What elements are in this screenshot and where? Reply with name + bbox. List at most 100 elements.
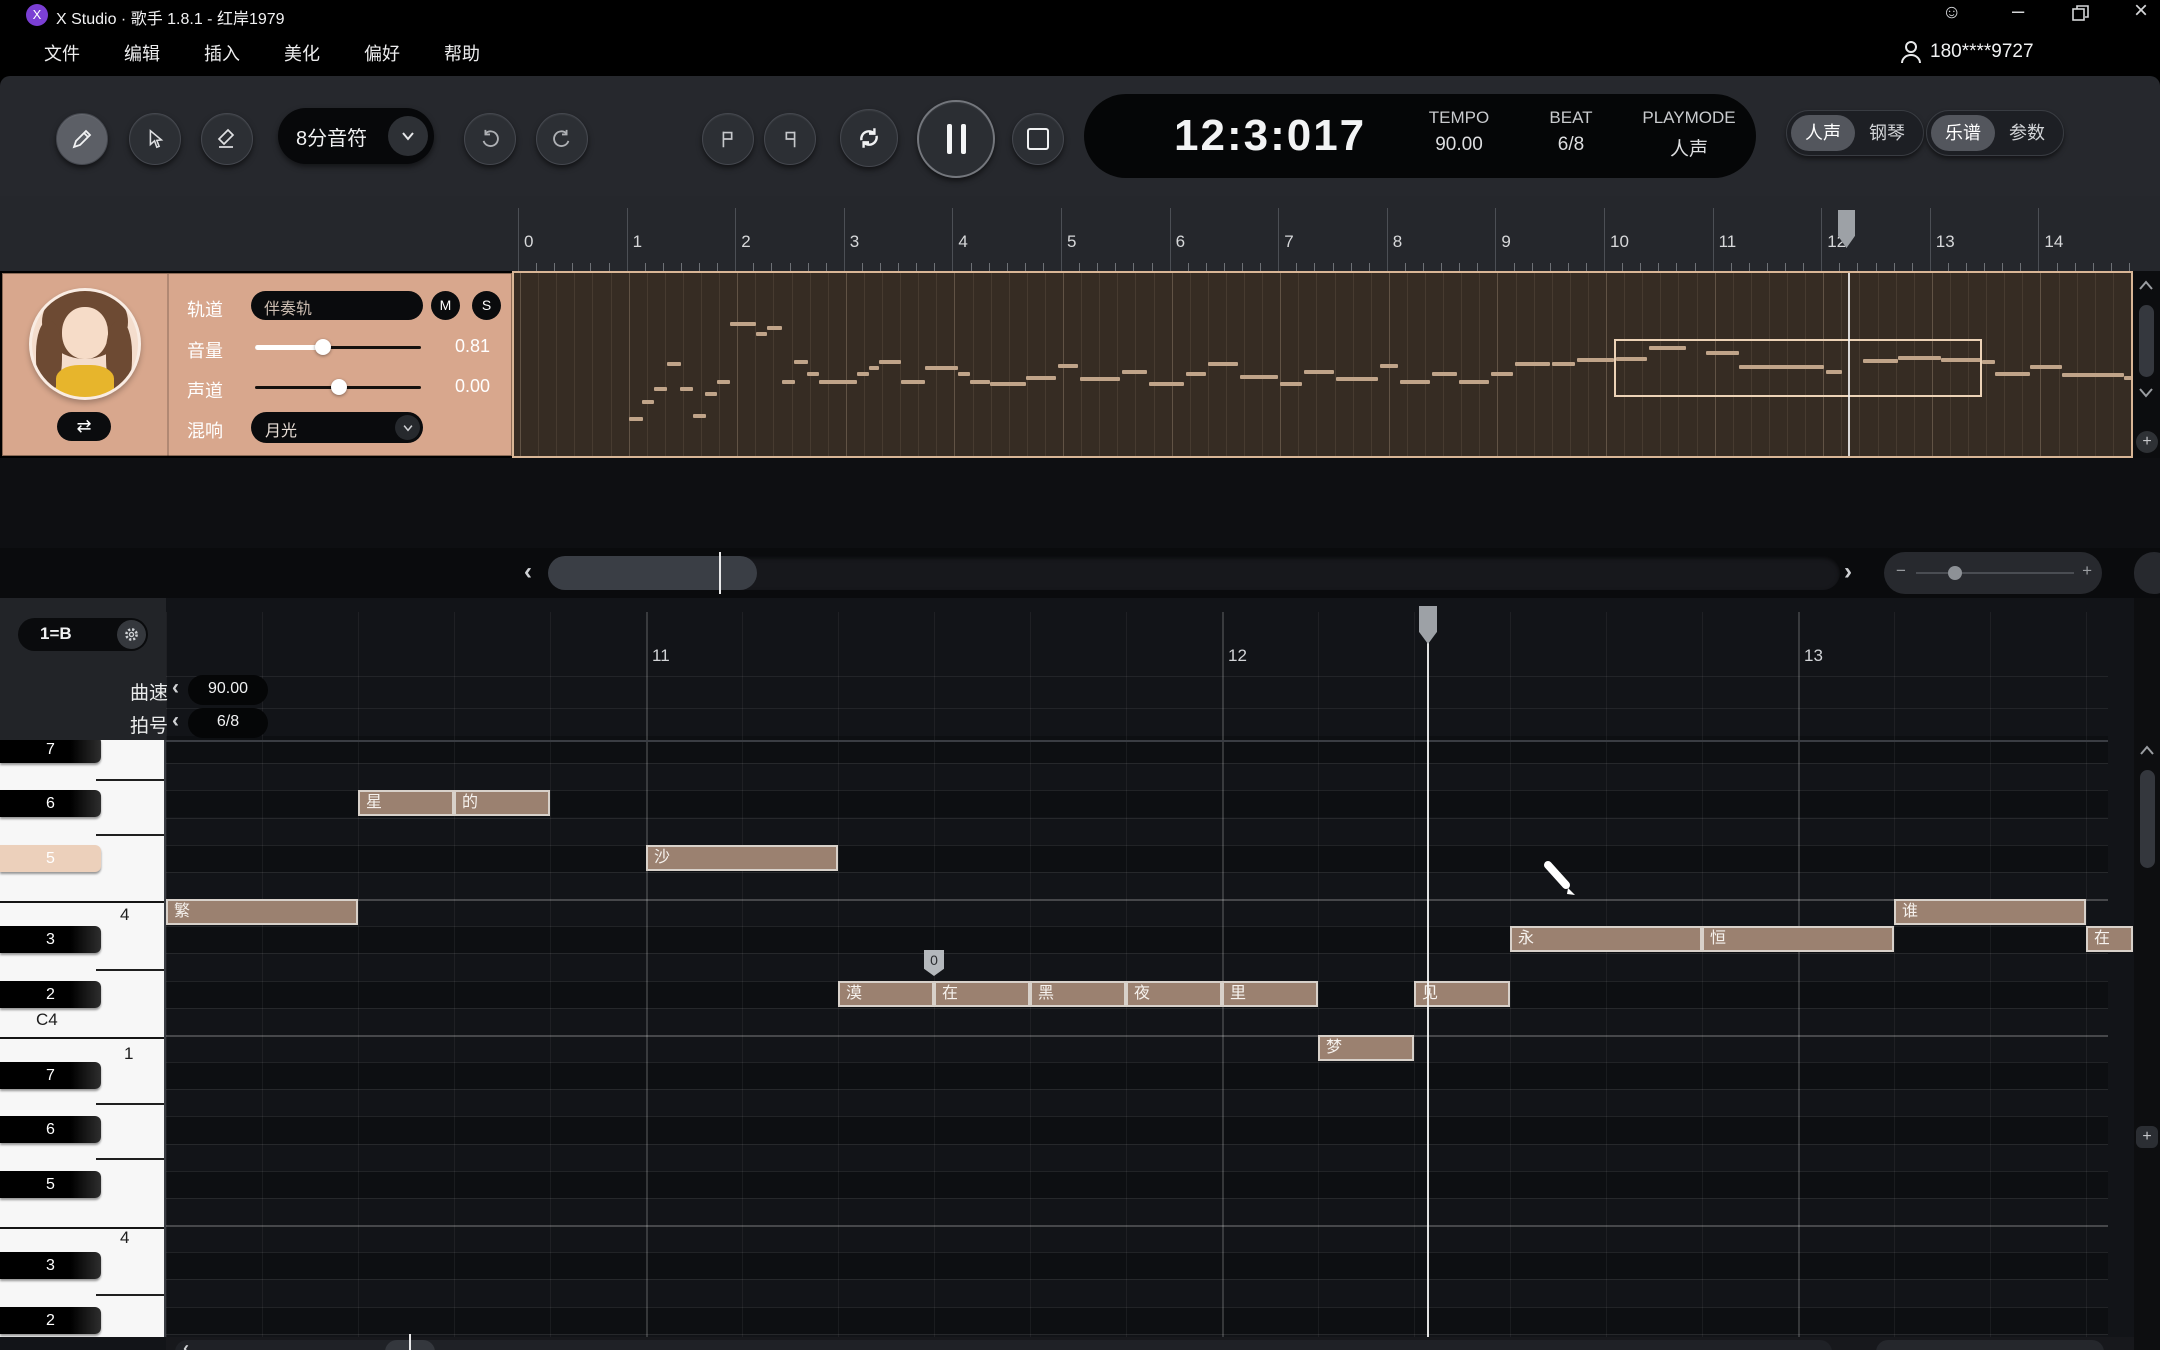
menu-item-1[interactable]: 编辑	[124, 40, 160, 66]
switch-track-button[interactable]: ⇄	[57, 412, 111, 441]
account-badge[interactable]: 180****9727	[1900, 40, 2034, 64]
zoom-extra-control[interactable]	[2134, 552, 2160, 594]
menu-item-3[interactable]: 美化	[284, 40, 320, 66]
toggle-view-1[interactable]: 参数	[1995, 115, 2059, 151]
piano-black-key-7[interactable]: 7	[0, 740, 101, 763]
overview-note-dash	[1208, 362, 1238, 366]
loop-toggle-button[interactable]	[840, 109, 898, 167]
piano-black-key-5[interactable]: 5	[0, 844, 101, 872]
solo-button[interactable]: S	[472, 291, 501, 320]
note-length-dropdown[interactable]: 8分音符	[278, 108, 434, 164]
menu-item-4[interactable]: 偏好	[364, 40, 400, 66]
roll-zoom-in-button[interactable]: +	[2136, 1126, 2158, 1148]
lyric-note[interactable]: 谁	[1894, 899, 2086, 926]
lyric-note[interactable]: 沙	[646, 844, 838, 871]
roll-vscroll-thumb[interactable]	[2140, 770, 2155, 868]
loop-end-flag-button[interactable]	[764, 113, 816, 165]
menu-item-0[interactable]: 文件	[44, 40, 80, 66]
hscroll-thumb[interactable]	[548, 556, 757, 590]
mute-button[interactable]: M	[431, 291, 460, 320]
vscroll-thumb[interactable]	[2139, 305, 2154, 377]
overview-grid-line	[845, 273, 847, 456]
lyric-note[interactable]: 永	[1510, 926, 1702, 953]
lyric-note[interactable]: 梦	[1318, 1034, 1414, 1061]
roll-grid-hline	[166, 1034, 2108, 1037]
piano-roll-grid[interactable]: 11 12 13 繁星的沙漠在黑夜里见梦永恒谁在	[0, 598, 2134, 1350]
key-signature-pill[interactable]: 1=B	[18, 618, 148, 651]
overview-grid-line	[1008, 273, 1010, 456]
select-tool-button[interactable]	[129, 113, 181, 165]
zoom-in-icon[interactable]: +	[2082, 561, 2092, 581]
track-name-input[interactable]: 伴奏轨	[251, 291, 423, 320]
roll-vscrollbar[interactable]: +	[2134, 598, 2160, 1350]
piano-black-key-2[interactable]: 2	[0, 1306, 101, 1334]
loop-start-flag-button[interactable]	[702, 113, 754, 165]
zoom-knob[interactable]	[1948, 566, 1962, 580]
piano-black-key-6[interactable]: 6	[0, 1116, 101, 1144]
overview-selection-box[interactable]	[1614, 339, 1982, 397]
scroll-down-icon[interactable]	[2138, 387, 2154, 399]
overview-zoom-in-button[interactable]: +	[2136, 431, 2158, 453]
scroll-up-icon[interactable]	[2138, 279, 2154, 291]
time-sig-pill[interactable]: 6/8	[188, 708, 268, 738]
pause-button[interactable]	[917, 100, 995, 178]
minimize-button[interactable]: –	[2012, 0, 2024, 24]
piano-black-key-2[interactable]: 2	[0, 980, 101, 1008]
roll-hscrollbar[interactable]: ‹	[175, 1334, 1832, 1350]
lyric-note[interactable]: 在	[2086, 926, 2133, 953]
volume-slider[interactable]	[255, 334, 421, 360]
piano-black-key-6[interactable]: 6	[0, 790, 101, 818]
pan-slider[interactable]	[255, 374, 421, 400]
timeline-ruler[interactable]: 0 1 2 3 4 5 6 7 8 9 10 11 12 13 14	[0, 196, 2160, 271]
scroll-right-icon[interactable]: ›	[1844, 558, 1852, 586]
roll-hscroll-thumb[interactable]	[385, 1334, 435, 1350]
toggle-view-0[interactable]: 乐谱	[1931, 115, 1995, 151]
lyric-note[interactable]: 的	[454, 790, 550, 817]
lyric-note[interactable]: 在	[934, 980, 1030, 1007]
redo-button[interactable]	[536, 113, 588, 165]
lyric-note[interactable]: 繁	[166, 899, 358, 926]
overview-hscrollbar[interactable]	[548, 552, 1840, 594]
lyric-note[interactable]: 里	[1222, 980, 1318, 1007]
lyric-note[interactable]: 夜	[1126, 980, 1222, 1007]
lyric-note[interactable]: 漠	[838, 980, 934, 1007]
eraser-tool-button[interactable]	[201, 113, 253, 165]
gear-icon[interactable]	[117, 620, 146, 649]
feedback-emoji-icon[interactable]: ☺	[1942, 2, 1961, 24]
restore-button[interactable]	[2072, 5, 2090, 23]
voice-piano-toggle[interactable]: 人声 钢琴	[1786, 110, 1924, 156]
lyric-note[interactable]: 星	[358, 790, 454, 817]
overview-vscrollbar[interactable]: +	[2133, 271, 2160, 458]
toggle-voice-1[interactable]: 钢琴	[1855, 115, 1919, 151]
pencil-tool-button[interactable]	[56, 113, 108, 165]
piano-keyboard[interactable]: 7 6 5 3 2 7 6 5 3 2 4 C4 1 4	[0, 740, 166, 1337]
scroll-up-icon[interactable]	[2139, 744, 2155, 756]
volume-knob[interactable]	[315, 339, 331, 355]
close-button[interactable]: ×	[2134, 0, 2148, 25]
roll-zoom-slider[interactable]	[1876, 1340, 2104, 1350]
track-clip[interactable]	[512, 271, 2133, 458]
roll-measure-number: 11	[652, 646, 670, 665]
piano-black-key-3[interactable]: 3	[0, 926, 101, 954]
lyric-note[interactable]: 恒	[1702, 926, 1894, 953]
piano-black-key-7[interactable]: 7	[0, 1062, 101, 1090]
piano-black-key-5[interactable]: 5	[0, 1170, 101, 1198]
lyric-note[interactable]: 黑	[1030, 980, 1126, 1007]
reverb-dropdown[interactable]: 月光	[251, 412, 423, 443]
stop-button[interactable]	[1012, 113, 1064, 165]
singer-avatar[interactable]	[29, 288, 141, 400]
piano-black-key-3[interactable]: 3	[0, 1252, 101, 1280]
song-tempo-pill[interactable]: 90.00	[188, 675, 268, 705]
pan-knob[interactable]	[331, 379, 347, 395]
timesig-collapse-icon[interactable]: ‹	[172, 709, 179, 733]
menu-item-2[interactable]: 插入	[204, 40, 240, 66]
zoom-out-icon[interactable]: −	[1896, 561, 1906, 581]
scroll-left-icon[interactable]: ‹	[524, 558, 532, 586]
menu-item-5[interactable]: 帮助	[444, 40, 480, 66]
toggle-voice-0[interactable]: 人声	[1791, 115, 1855, 151]
undo-button[interactable]	[464, 113, 516, 165]
tempo-collapse-icon[interactable]: ‹	[172, 676, 179, 700]
score-params-toggle[interactable]: 乐谱 参数	[1926, 110, 2064, 156]
overview-zoom-slider[interactable]: − +	[1884, 552, 2102, 594]
scroll-left-icon[interactable]: ‹	[183, 1338, 189, 1350]
